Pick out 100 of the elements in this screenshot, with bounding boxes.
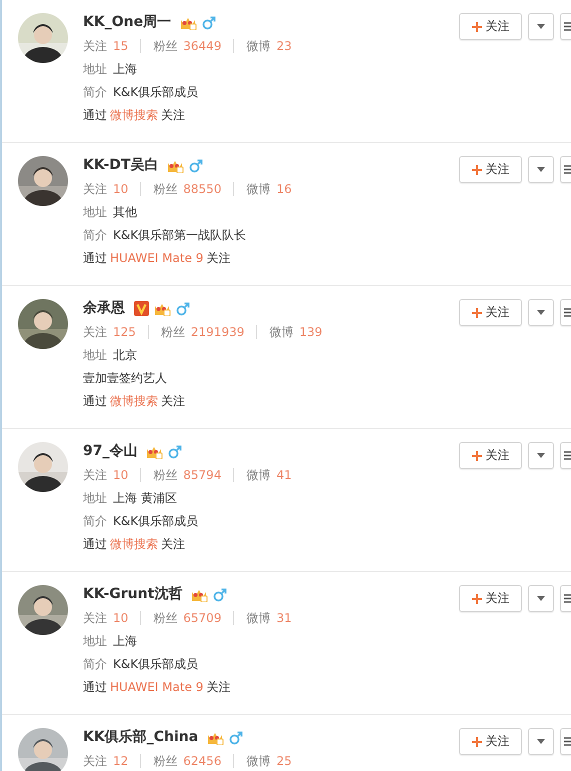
menu-button[interactable] (560, 728, 571, 755)
source-prefix: 通过 (83, 106, 107, 124)
dropdown-button[interactable] (528, 585, 554, 612)
stat-count[interactable]: 10 (113, 468, 128, 482)
source-link[interactable]: 微博搜索 (110, 536, 158, 552)
dropdown-button[interactable] (528, 13, 554, 40)
stat-count[interactable]: 62456 (183, 754, 222, 768)
user-name[interactable]: KK-DT吴白 (83, 156, 158, 174)
stat-count[interactable]: 85794 (183, 468, 222, 482)
stat-label: 粉丝 (153, 38, 178, 54)
stat-label: 粉丝 (160, 324, 185, 340)
field-value: 壹加壹签约艺人 (83, 370, 167, 386)
dropdown-button[interactable] (528, 299, 554, 326)
follow-button[interactable]: 关注 (459, 442, 522, 469)
source-link[interactable]: 微博搜索 (110, 392, 158, 410)
caret-icon (537, 167, 545, 172)
follow-button[interactable]: 关注 (459, 13, 522, 40)
user-name[interactable]: KK俱乐部_China (83, 728, 198, 746)
menu-button[interactable] (560, 13, 571, 40)
plus-icon (472, 22, 482, 32)
stat-count[interactable]: 31 (276, 611, 292, 625)
field-label: 地址 (83, 60, 107, 78)
plus-icon (472, 308, 482, 318)
stat-label: 粉丝 (153, 466, 178, 484)
source-link[interactable]: HUAWEI Mate 9 (110, 680, 204, 694)
dropdown-button[interactable] (528, 728, 554, 755)
stat-label: 关注 (83, 752, 107, 770)
stat-label: 粉丝 (153, 180, 178, 198)
field-value: 上海 (113, 60, 137, 78)
field-value: K&K俱乐部成员 (113, 512, 198, 530)
caret-icon (537, 739, 545, 744)
plus-icon (472, 450, 482, 460)
menu-button[interactable] (560, 442, 571, 469)
follow-button[interactable]: 关注 (459, 299, 522, 326)
stat-count[interactable]: 15 (113, 39, 128, 53)
stat-count[interactable]: 139 (299, 325, 322, 339)
source-link[interactable]: 微博搜索 (110, 106, 158, 124)
plus-icon (472, 736, 482, 746)
stat-count[interactable]: 41 (276, 468, 292, 482)
menu-icon (564, 594, 571, 603)
stat-label: 关注 (83, 610, 107, 626)
stat-count[interactable]: 10 (113, 611, 128, 625)
field-value: K&K俱乐部成员 (113, 656, 198, 672)
follow-button[interactable]: 关注 (459, 585, 522, 612)
field-value: K&K俱乐部成员 (113, 84, 198, 100)
field-label: 地址 (83, 490, 107, 506)
follow-button[interactable]: 关注 (459, 728, 522, 755)
stat-count[interactable]: 125 (113, 325, 136, 339)
user-name[interactable]: KK-Grunt沈哲 (83, 585, 182, 603)
caret-icon (537, 453, 545, 458)
field-value: 上海 黄浦区 (113, 490, 177, 506)
user-name[interactable]: 97_令山 (83, 442, 138, 460)
user-name[interactable]: 余承恩 (83, 299, 125, 317)
stat-label: 粉丝 (153, 610, 178, 626)
male-icon (213, 586, 228, 602)
stat-count[interactable]: 2191939 (190, 325, 244, 339)
stat-count[interactable]: 36449 (183, 39, 222, 53)
male-icon (176, 300, 190, 316)
follow-button[interactable]: 关注 (459, 156, 522, 183)
field-value: 上海 (113, 632, 137, 650)
dropdown-button[interactable] (528, 156, 554, 183)
field-label: 简介 (83, 226, 107, 244)
source-suffix: 关注 (206, 678, 230, 696)
stat-label: 关注 (83, 38, 107, 54)
stat-label: 粉丝 (153, 752, 178, 770)
field-value: 其他 (113, 204, 137, 220)
source-suffix: 关注 (206, 250, 230, 266)
menu-button[interactable] (560, 585, 571, 612)
field-value: K&K俱乐部第一战队队长 (113, 226, 246, 244)
caret-icon (537, 596, 545, 601)
stat-count[interactable]: 16 (276, 182, 292, 196)
stat-label: 关注 (83, 180, 107, 198)
field-label: 地址 (83, 632, 107, 650)
male-icon (168, 444, 182, 458)
stat-count[interactable]: 12 (113, 754, 128, 768)
stat-count[interactable]: 88550 (183, 182, 222, 196)
source-prefix: 通过 (83, 678, 107, 696)
stat-count[interactable]: 10 (113, 182, 128, 196)
source-prefix: 通过 (83, 392, 107, 410)
menu-button[interactable] (560, 156, 571, 183)
menu-icon (564, 22, 571, 31)
caret-icon (537, 24, 545, 29)
field-label: 简介 (83, 84, 107, 100)
source-link[interactable]: HUAWEI Mate 9 (110, 251, 204, 265)
menu-icon (564, 308, 571, 317)
user-name[interactable]: KK_One周一 (83, 13, 172, 31)
stat-count[interactable]: 25 (276, 754, 292, 768)
menu-button[interactable] (560, 299, 571, 326)
male-icon (189, 158, 204, 172)
plus-icon (472, 594, 482, 604)
source-suffix: 关注 (161, 392, 185, 410)
field-value: 北京 (113, 346, 137, 364)
field-label: 地址 (83, 204, 107, 220)
menu-icon (564, 165, 571, 174)
menu-icon (564, 451, 571, 460)
stat-count[interactable]: 65709 (183, 611, 222, 625)
dropdown-button[interactable] (528, 442, 554, 469)
male-icon (202, 14, 216, 30)
source-suffix: 关注 (161, 536, 185, 552)
stat-count[interactable]: 23 (276, 39, 292, 53)
